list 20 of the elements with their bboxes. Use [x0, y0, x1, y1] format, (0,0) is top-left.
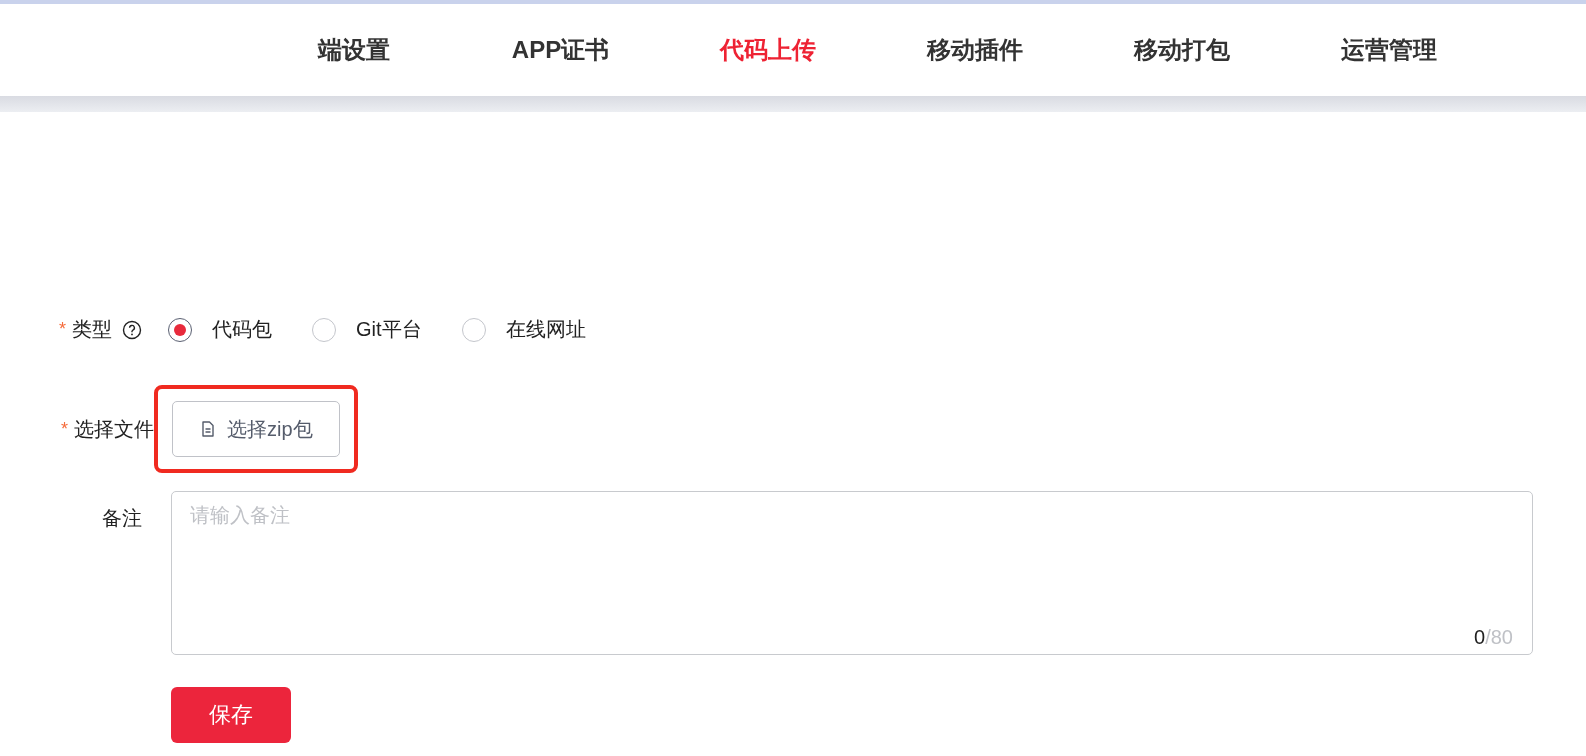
- required-mark: *: [61, 418, 68, 440]
- radio-label[interactable]: 在线网址: [505, 316, 586, 343]
- nav-tab[interactable]: 代码上传: [664, 34, 871, 66]
- required-mark: *: [59, 319, 66, 340]
- char-limit: /80: [1485, 626, 1513, 648]
- field-label: 类型: [72, 317, 112, 342]
- upload-button[interactable]: 选择zip包: [172, 401, 340, 457]
- nav-tab[interactable]: 移动插件: [871, 34, 1078, 66]
- nav-tab[interactable]: APP证书: [457, 34, 664, 66]
- help-icon[interactable]: [122, 319, 142, 340]
- field-label: 备注: [102, 506, 142, 531]
- nav-tab[interactable]: 运营管理: [1285, 34, 1492, 66]
- save-button[interactable]: 保存: [171, 687, 291, 743]
- nav-tab[interactable]: 移动打包: [1078, 34, 1285, 66]
- char-count: 0: [1474, 626, 1486, 648]
- radio-label[interactable]: 代码包: [212, 316, 272, 343]
- nav-tab[interactable]: 端设置: [250, 34, 457, 66]
- field-label: 选择文件: [74, 416, 154, 442]
- radio-label[interactable]: Git平台: [356, 316, 422, 343]
- document-icon: [199, 420, 217, 438]
